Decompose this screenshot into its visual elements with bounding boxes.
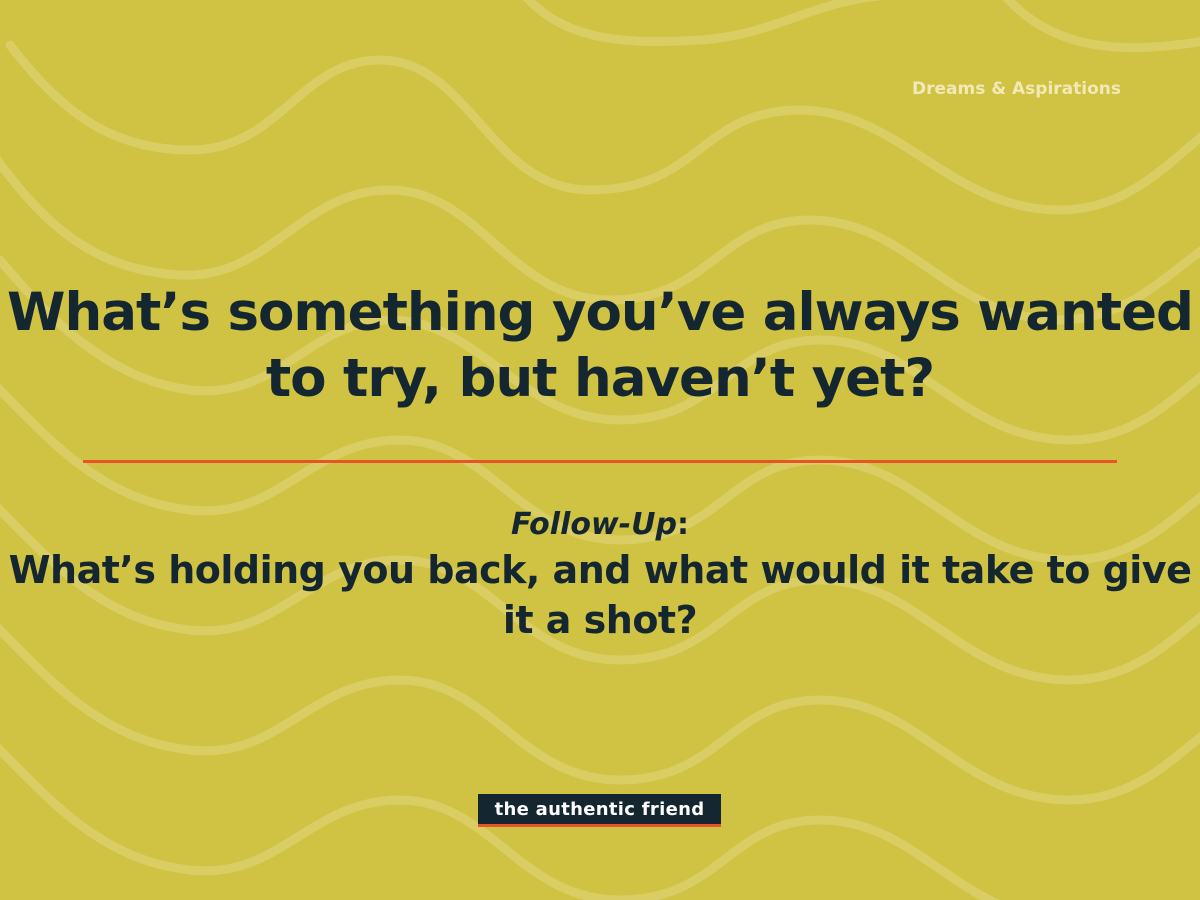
brand-logo: the authentic friend [478,794,721,827]
followup-colon: : [676,507,689,542]
divider-line [83,460,1117,463]
followup-question: What’s holding you back, and what would … [8,548,1192,642]
wave-pattern-background [0,0,1200,900]
main-question: What’s something you’ve always wanted to… [7,282,1194,409]
brand-logo-text: the authentic friend [494,798,705,820]
followup-heading: Follow-Up: [0,506,1200,544]
category-label: Dreams & Aspirations [912,79,1121,99]
followup-label: Follow-Up [511,507,677,542]
